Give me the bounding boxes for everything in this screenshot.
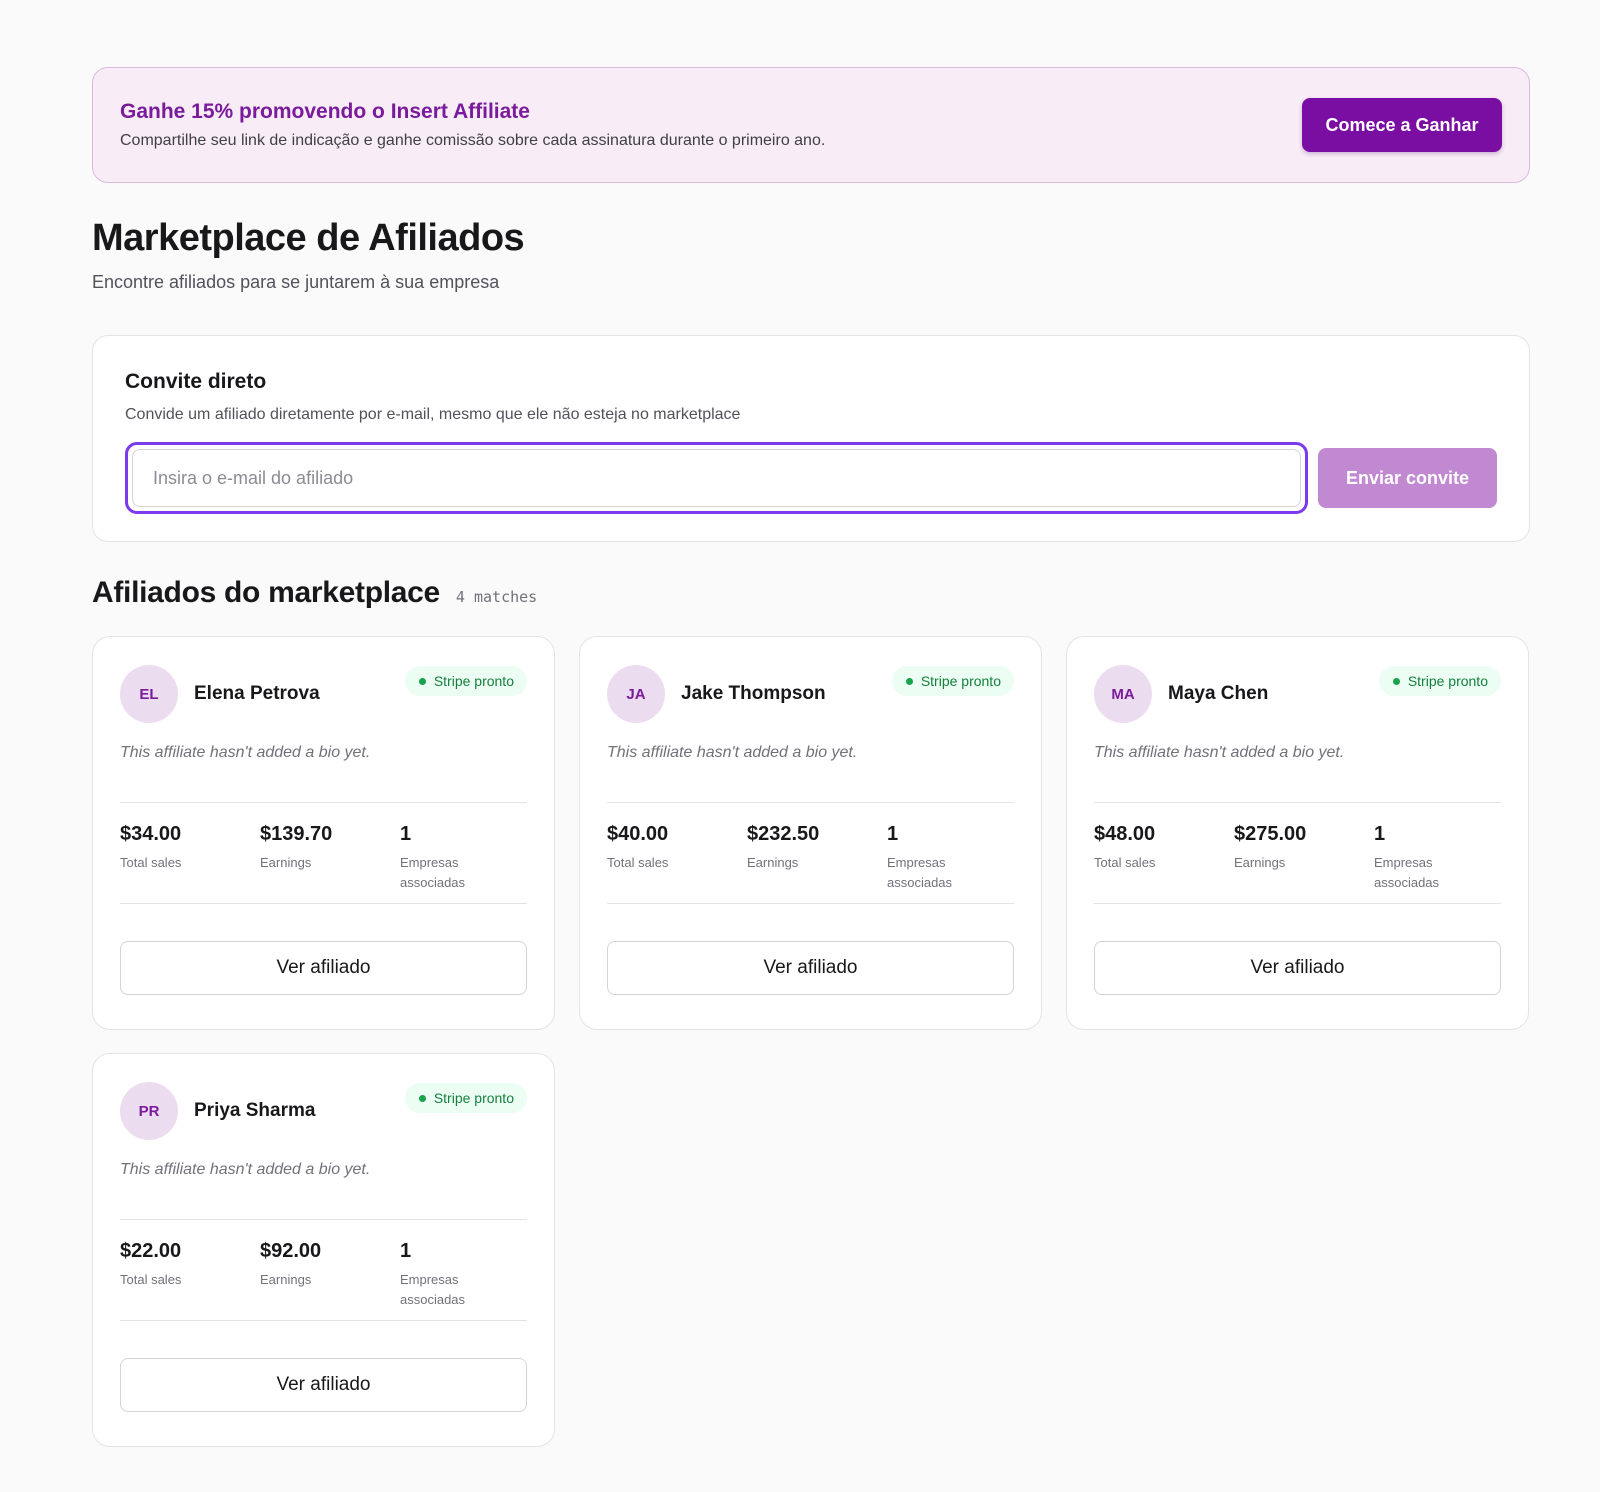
stat-value: $40.00 [607, 823, 669, 845]
affiliate-name: Maya Chen [1168, 683, 1269, 704]
status-dot-icon [418, 1094, 426, 1102]
stat-companies: 1 Empresas associadas [1374, 823, 1501, 903]
affiliate-stats: $22.00 Total sales $92.00 Earnings 1 Emp… [120, 1219, 527, 1321]
affiliate-name: Jake Thompson [681, 683, 826, 704]
status-badge-label: Stripe pronto [433, 1090, 514, 1106]
view-affiliate-button[interactable]: Ver afiliado [607, 941, 1014, 995]
avatar: MA [1094, 665, 1152, 723]
stat-label: Earnings [747, 855, 799, 870]
page-title: Marketplace de Afiliados [92, 217, 525, 259]
invite-title: Convite direto [125, 370, 267, 393]
affiliate-bio: This affiliate hasn't added a bio yet. [120, 1161, 371, 1178]
invite-description: Convide um afiliado diretamente por e-ma… [125, 406, 741, 423]
status-badge-label: Stripe pronto [1407, 673, 1488, 689]
affiliate-card: JA Jake Thompson Stripe pronto This affi… [579, 636, 1042, 1030]
stat-label: Empresas associadas [887, 855, 953, 890]
stat-companies: 1 Empresas associadas [400, 1240, 527, 1320]
affiliate-name: Elena Petrova [194, 683, 320, 704]
promo-title: Ganhe 15% promovendo o Insert Affiliate [120, 100, 530, 123]
stat-value: 1 [1374, 823, 1386, 845]
view-affiliate-button[interactable]: Ver afiliado [120, 941, 527, 995]
stat-value: $48.00 [1094, 823, 1156, 845]
invite-form: Enviar convite [125, 442, 1497, 514]
status-badge-label: Stripe pronto [920, 673, 1001, 689]
stat-label: Earnings [260, 855, 312, 870]
affiliate-card: PR Priya Sharma Stripe pronto This affil… [92, 1053, 555, 1447]
stat-value: $232.50 [747, 823, 820, 845]
status-dot-icon [905, 677, 913, 685]
page-container: Ganhe 15% promovendo o Insert Affiliate … [92, 67, 1530, 1447]
status-badge: Stripe pronto [404, 666, 527, 696]
match-count: 4 matches [455, 588, 538, 606]
avatar: JA [607, 665, 665, 723]
view-affiliate-button[interactable]: Ver afiliado [1094, 941, 1501, 995]
stat-total-sales: $22.00 Total sales [120, 1240, 260, 1320]
affiliate-grid: EL Elena Petrova Stripe pronto This affi… [92, 636, 1530, 1447]
stat-value: 1 [887, 823, 899, 845]
stat-value: $34.00 [120, 823, 182, 845]
stat-label: Empresas associadas [400, 855, 466, 890]
status-badge-label: Stripe pronto [433, 673, 514, 689]
promo-banner: Ganhe 15% promovendo o Insert Affiliate … [92, 67, 1530, 183]
affiliate-stats: $34.00 Total sales $139.70 Earnings 1 Em… [120, 802, 527, 904]
stat-label: Empresas associadas [400, 1272, 466, 1307]
stat-value: $139.70 [260, 823, 333, 845]
section-title: Afiliados do marketplace [92, 576, 440, 609]
stat-earnings: $139.70 Earnings [260, 823, 400, 903]
promo-text: Compartilhe seu link de indicação e ganh… [120, 132, 826, 149]
stat-companies: 1 Empresas associadas [400, 823, 527, 903]
direct-invite-card: Convite direto Convide um afiliado diret… [92, 335, 1530, 542]
stat-value: $92.00 [260, 1240, 322, 1262]
affiliate-card: MA Maya Chen Stripe pronto This affiliat… [1066, 636, 1529, 1030]
stat-label: Earnings [1234, 855, 1286, 870]
status-dot-icon [418, 677, 426, 685]
stat-total-sales: $40.00 Total sales [607, 823, 747, 903]
affiliate-bio: This affiliate hasn't added a bio yet. [607, 744, 858, 761]
email-field-focus-ring [125, 442, 1308, 514]
stat-label: Total sales [607, 855, 669, 870]
stat-label: Total sales [1094, 855, 1156, 870]
status-dot-icon [1392, 677, 1400, 685]
marketplace-header: Afiliados do marketplace 4 matches [92, 576, 1530, 610]
stat-label: Earnings [260, 1272, 312, 1287]
affiliate-bio: This affiliate hasn't added a bio yet. [120, 744, 371, 761]
status-badge: Stripe pronto [404, 1083, 527, 1113]
promo-content: Ganhe 15% promovendo o Insert Affiliate … [120, 100, 825, 150]
affiliate-bio: This affiliate hasn't added a bio yet. [1094, 744, 1345, 761]
affiliate-stats: $40.00 Total sales $232.50 Earnings 1 Em… [607, 802, 1014, 904]
stat-value: $22.00 [120, 1240, 182, 1262]
stat-total-sales: $34.00 Total sales [120, 823, 260, 903]
stat-earnings: $275.00 Earnings [1234, 823, 1374, 903]
stat-total-sales: $48.00 Total sales [1094, 823, 1234, 903]
stat-label: Total sales [120, 1272, 182, 1287]
stat-companies: 1 Empresas associadas [887, 823, 1014, 903]
affiliate-stats: $48.00 Total sales $275.00 Earnings 1 Em… [1094, 802, 1501, 904]
send-invite-button[interactable]: Enviar convite [1318, 448, 1497, 508]
start-earning-button[interactable]: Comece a Ganhar [1302, 98, 1502, 152]
stat-value: 1 [400, 823, 412, 845]
stat-earnings: $92.00 Earnings [260, 1240, 400, 1320]
stat-label: Total sales [120, 855, 182, 870]
stat-value: $275.00 [1234, 823, 1307, 845]
avatar: PR [120, 1082, 178, 1140]
stat-value: 1 [400, 1240, 412, 1262]
stat-earnings: $232.50 Earnings [747, 823, 887, 903]
stat-label: Empresas associadas [1374, 855, 1440, 890]
page-subtitle: Encontre afiliados para se juntarem à su… [92, 272, 500, 292]
affiliate-card: EL Elena Petrova Stripe pronto This affi… [92, 636, 555, 1030]
affiliate-email-input[interactable] [132, 449, 1301, 507]
avatar: EL [120, 665, 178, 723]
view-affiliate-button[interactable]: Ver afiliado [120, 1358, 527, 1412]
status-badge: Stripe pronto [1378, 666, 1501, 696]
affiliate-name: Priya Sharma [194, 1100, 316, 1121]
status-badge: Stripe pronto [891, 666, 1014, 696]
